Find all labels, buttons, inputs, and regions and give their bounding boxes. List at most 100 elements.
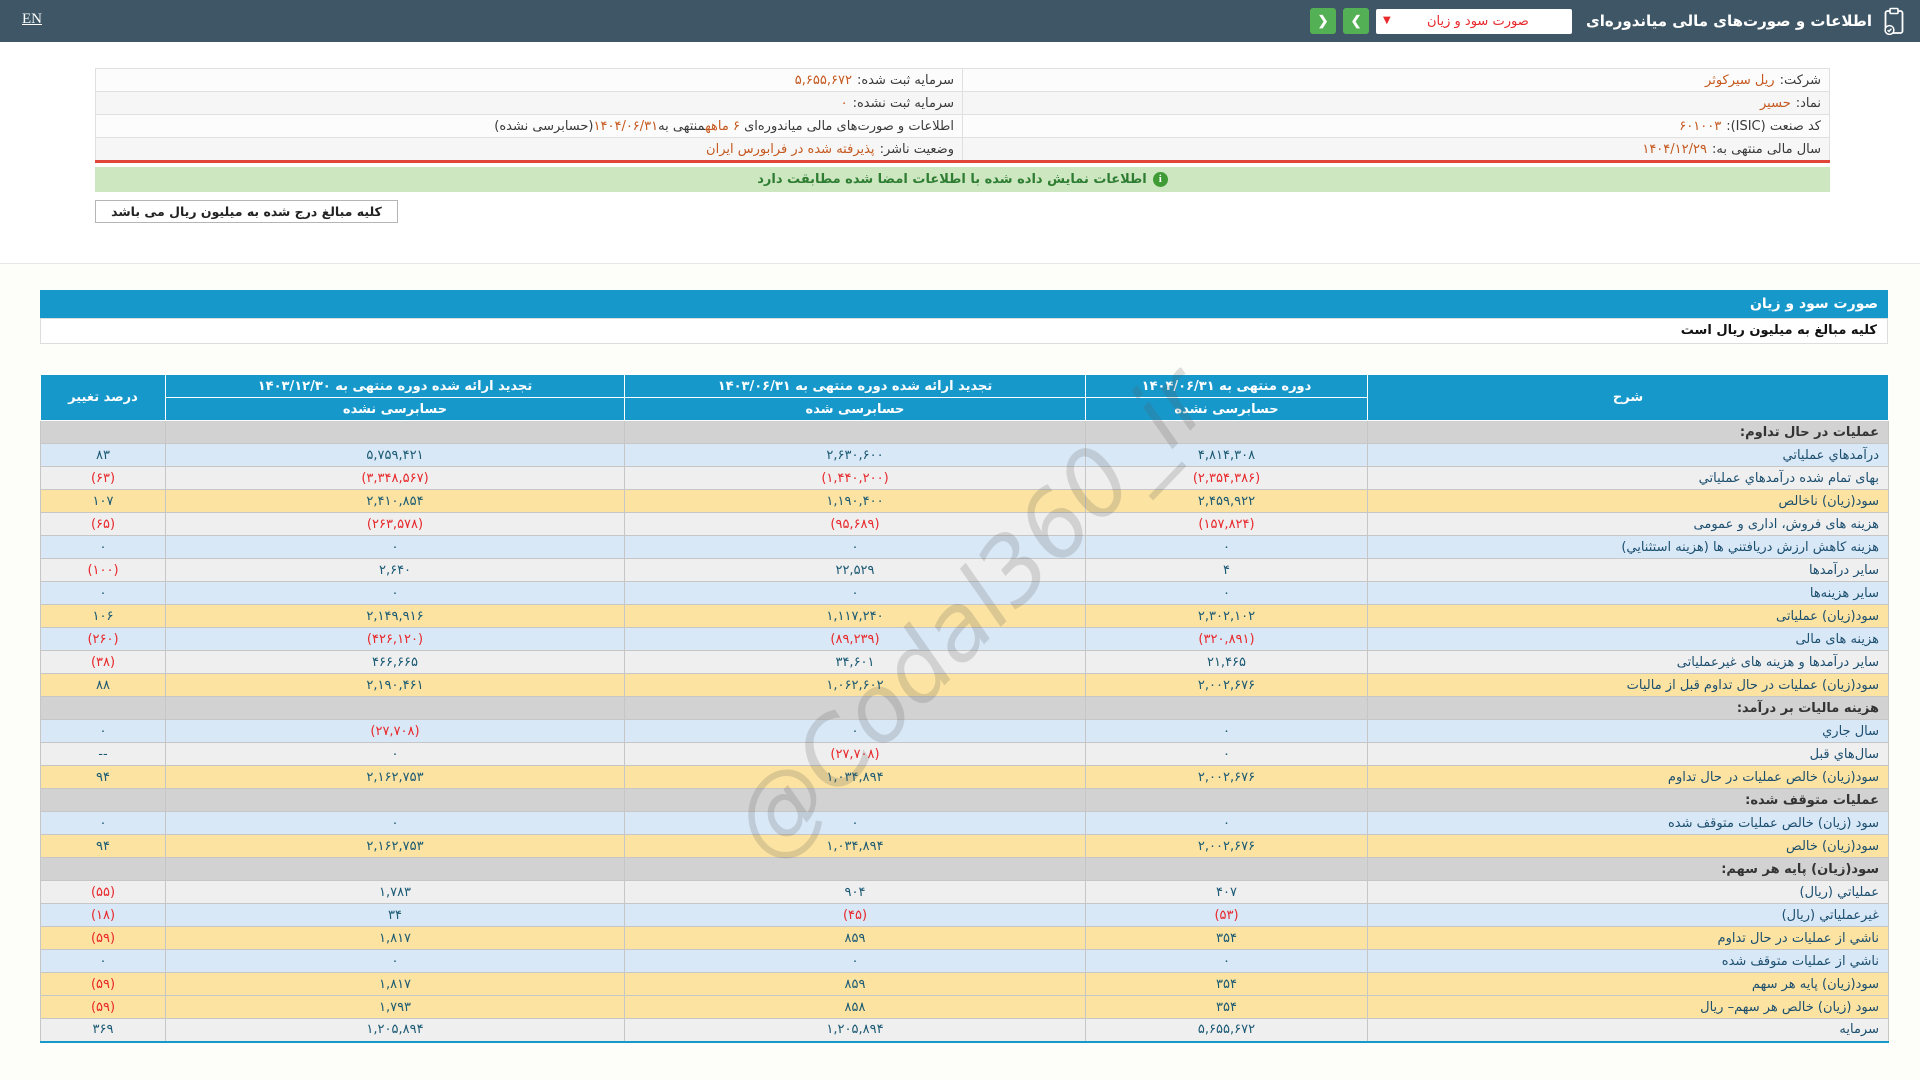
value-restated-halfyear: (۸۹,۲۳۹) (625, 628, 1086, 651)
table-row: سال جاري۰۰(۲۷,۷۰۸)۰ (41, 720, 1889, 743)
value-restated-halfyear: ۰ (625, 950, 1086, 973)
value-current-period: ۲,۰۰۲,۶۷۶ (1086, 674, 1368, 697)
value-restated-halfyear (625, 421, 1086, 444)
value-restated-year: (۲۷,۷۰۸) (166, 720, 625, 743)
info-label: نماد: (1796, 96, 1821, 111)
value-restated-year: ۱,۷۹۳ (166, 996, 625, 1019)
table-row: سایر درآمدها و هزینه های غیرعملیاتی۲۱,۴۶… (41, 651, 1889, 674)
value-restated-halfyear: ۸۵۹ (625, 927, 1086, 950)
value-current-period: ۳۵۴ (1086, 996, 1368, 1019)
row-description: سود(زیان) خالص عملیات در حال تداوم (1368, 766, 1889, 789)
row-description: عملیاتي (ریال) (1368, 881, 1889, 904)
value-restated-year: ۱,۲۰۵,۸۹۴ (166, 1019, 625, 1042)
table-row: غیرعملیاتي (ریال)(۵۳)(۴۵)۳۴(۱۸) (41, 904, 1889, 927)
table-row: سایر درآمدها۴۲۲,۵۲۹۲,۶۴۰(۱۰۰) (41, 559, 1889, 582)
info-value: ۶۰۱۰۰۳ (1679, 119, 1721, 134)
value-current-period (1086, 421, 1368, 444)
table-row: سود(زیان) ناخالص۲,۴۵۹,۹۲۲۱,۱۹۰,۴۰۰۲,۴۱۰,… (41, 490, 1889, 513)
value-restated-year: ۳۴ (166, 904, 625, 927)
info-label: شرکت: (1780, 73, 1821, 88)
statement-type-value: صورت سود و زیان (1391, 14, 1565, 29)
value-change-percent (41, 421, 166, 444)
section-header-row: عملیات متوقف شده: (41, 789, 1889, 812)
million-rial-note: کلیه مبالغ به میلیون ریال است (40, 318, 1888, 344)
value-change-percent: (۵۵) (41, 881, 166, 904)
info-value: ۰ (841, 96, 848, 111)
value-restated-year: (۲۶۳,۵۷۸) (166, 513, 625, 536)
value-current-period: ۴۰۷ (1086, 881, 1368, 904)
value-change-percent: ۰ (41, 582, 166, 605)
language-toggle-en[interactable]: EN (22, 11, 42, 28)
company-info-row: سال مالی منتهی به:۱۴۰۴/۱۲/۲۹وضعیت ناشر:پ… (96, 138, 1830, 161)
value-change-percent: (۵۹) (41, 927, 166, 950)
value-restated-halfyear: (۲۷,۷۰۸) (625, 743, 1086, 766)
table-row: سود (زیان) خالص هر سهم– ریال۳۵۴۸۵۸۱,۷۹۳(… (41, 996, 1889, 1019)
red-divider (95, 160, 1830, 163)
value-change-percent: ۸۳ (41, 444, 166, 467)
row-description: هزینه های فروش، اداری و عمومی (1368, 513, 1889, 536)
info-label: وضعیت ناشر: (880, 142, 954, 157)
value-restated-year (166, 697, 625, 720)
value-restated-halfyear: ۹۰۴ (625, 881, 1086, 904)
row-description: هزینه کاهش ارزش دریافتني ها (هزینه استثن… (1368, 536, 1889, 559)
table-row: هزینه های مالی(۳۲۰,۸۹۱)(۸۹,۲۳۹)(۴۲۶,۱۲۰)… (41, 628, 1889, 651)
row-description: عملیات در حال تداوم: (1368, 421, 1889, 444)
value-change-percent: (۶۳) (41, 467, 166, 490)
info-value: ۵,۶۵۵,۶۷۲ (795, 73, 852, 88)
value-restated-year (166, 421, 625, 444)
value-restated-year (166, 789, 625, 812)
value-restated-halfyear: ۲,۶۳۰,۶۰۰ (625, 444, 1086, 467)
value-current-period: ۲,۴۵۹,۹۲۲ (1086, 490, 1368, 513)
value-restated-year: (۴۲۶,۱۲۰) (166, 628, 625, 651)
value-change-percent: -- (41, 743, 166, 766)
signed-banner-text: اطلاعات نمایش داده شده با اطلاعات امضا ش… (757, 172, 1147, 187)
value-restated-year: ۱,۷۸۳ (166, 881, 625, 904)
info-value: ریل سیرکوثر (1705, 73, 1775, 88)
table-row: سال‌هاي قبل۰(۲۷,۷۰۸)۰-- (41, 743, 1889, 766)
statement-type-select[interactable]: ▼ صورت سود و زیان (1376, 9, 1572, 34)
value-restated-halfyear: ۱,۱۹۰,۴۰۰ (625, 490, 1086, 513)
company-info-body: شرکت:ریل سیرکوثرسرمایه ثبت شده:۵,۶۵۵,۶۷۲… (96, 69, 1830, 161)
value-restated-year: ۲,۱۴۹,۹۱۶ (166, 605, 625, 628)
value-change-percent: ۱۰۶ (41, 605, 166, 628)
info-plain-text: منتهی به (658, 119, 705, 134)
company-info-cell: وضعیت ناشر:پذیرفته شده در فرابورس ایران (96, 138, 963, 161)
table-row: سایر هزینه‌ها۰۰۰۰ (41, 582, 1889, 605)
row-description: سال‌هاي قبل (1368, 743, 1889, 766)
section-header-row: هزینه مالیات بر درآمد: (41, 697, 1889, 720)
header-restated-year-audit-status: حسابرسی نشده (166, 398, 625, 421)
value-current-period: ۲,۳۰۲,۱۰۲ (1086, 605, 1368, 628)
value-current-period (1086, 789, 1368, 812)
value-current-period: ۳۵۴ (1086, 973, 1368, 996)
value-change-percent: ۰ (41, 536, 166, 559)
value-current-period: ۲,۰۰۲,۶۷۶ (1086, 835, 1368, 858)
prev-statement-button[interactable]: ❮ (1310, 8, 1336, 34)
table-row: درآمدهاي عملیاتي۴,۸۱۴,۳۰۸۲,۶۳۰,۶۰۰۵,۷۵۹,… (41, 444, 1889, 467)
table-row: سود (زیان) خالص عملیات متوقف شده۰۰۰۰ (41, 812, 1889, 835)
row-description: سود (زیان) خالص هر سهم– ریال (1368, 996, 1889, 1019)
info-value: حسیر (1760, 96, 1791, 111)
company-info-row: نماد:حسیرسرمایه ثبت نشده:۰ (96, 92, 1830, 115)
value-restated-year (166, 858, 625, 881)
value-change-percent: ۳۶۹ (41, 1019, 166, 1042)
table-row: عملیاتي (ریال)۴۰۷۹۰۴۱,۷۸۳(۵۵) (41, 881, 1889, 904)
value-restated-year: ۲,۱۹۰,۴۶۱ (166, 674, 625, 697)
value-change-percent (41, 697, 166, 720)
section-header-row: سود(زیان) پایه هر سهم: (41, 858, 1889, 881)
value-change-percent (41, 858, 166, 881)
navbar-right-group: اطلاعات و صورت‌های مالی میاندوره‌ای ▼ صو… (1310, 0, 1906, 42)
table-header: شرح دوره منتهی به ۱۴۰۴/۰۶/۳۱ تجدید ارائه… (41, 375, 1889, 421)
value-change-percent: (۵۹) (41, 996, 166, 1019)
row-description: هزینه مالیات بر درآمد: (1368, 697, 1889, 720)
value-restated-year: ۲,۱۶۲,۷۵۳ (166, 835, 625, 858)
next-statement-button[interactable]: ❯ (1343, 8, 1369, 34)
value-change-percent: ۹۴ (41, 835, 166, 858)
company-info-row: کد صنعت (ISIC):۶۰۱۰۰۳اطلاعات و صورت‌های … (96, 115, 1830, 138)
info-value: ۱۴۰۴/۱۲/۲۹ (1642, 142, 1707, 157)
header-current-audit-status: حسابرسی نشده (1086, 398, 1368, 421)
row-description: سود(زیان) عملیاتی (1368, 605, 1889, 628)
table-row: سود(زیان) خالص عملیات در حال تداوم۲,۰۰۲,… (41, 766, 1889, 789)
value-restated-halfyear (625, 789, 1086, 812)
table-row: سرمایه۵,۶۵۵,۶۷۲۱,۲۰۵,۸۹۴۱,۲۰۵,۸۹۴۳۶۹ (41, 1019, 1889, 1042)
header-desc: شرح (1368, 375, 1889, 421)
